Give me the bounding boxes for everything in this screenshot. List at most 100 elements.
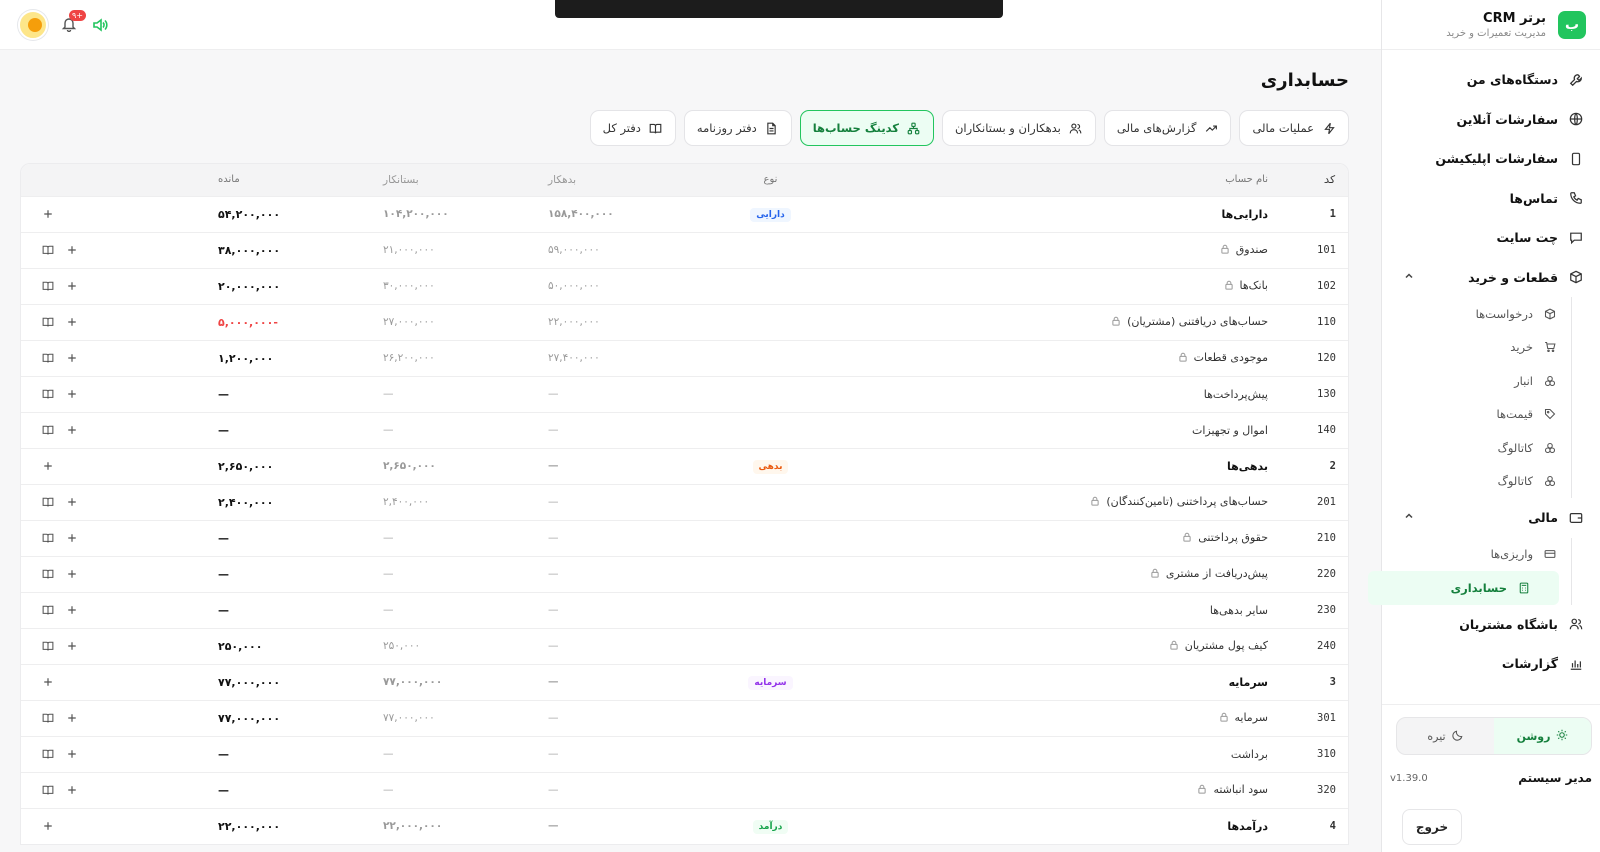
add-subaccount-icon[interactable] — [39, 817, 57, 835]
sidebar-subitem-purchase[interactable]: خرید — [1382, 331, 1571, 365]
account-balance: — — [218, 747, 229, 761]
table-row[interactable]: 140 اموال و تجهیزات — — — — [21, 412, 1348, 448]
tab-financial-operations[interactable]: عملیات مالی — [1239, 110, 1349, 146]
account-balance: -۵,۰۰۰,۰۰۰ — [218, 315, 278, 329]
chevron-up-icon[interactable] — [1402, 511, 1414, 524]
tab-journal[interactable]: دفتر روزنامه — [683, 110, 792, 146]
avatar[interactable] — [18, 10, 48, 40]
logout-button[interactable]: خروج — [1402, 809, 1462, 845]
ledger-book-icon[interactable] — [39, 493, 57, 511]
add-subaccount-icon[interactable] — [63, 313, 81, 331]
table-row[interactable]: 120 موجودی قطعات ۲۷,۴۰۰,۰۰۰ ۲۶,۲۰۰,۰۰۰ ۱,۲۰۰… — [21, 340, 1348, 376]
table-group-row[interactable]: 4 درآمدها درآمد — ۲۲,۰۰۰,۰۰۰ ۲۲,۰۰۰,۰۰۰ — [21, 808, 1348, 844]
add-subaccount-icon[interactable] — [63, 385, 81, 403]
ledger-book-icon[interactable] — [39, 709, 57, 727]
row-actions — [21, 268, 208, 304]
brand-logo[interactable]: ب — [1558, 10, 1586, 39]
account-name-cell: بانک‌ها — [838, 268, 1278, 304]
table-row[interactable]: 130 پیش‌پرداخت‌ها — — — — [21, 376, 1348, 412]
account-debit: — — [548, 640, 559, 652]
add-subaccount-icon[interactable] — [63, 349, 81, 367]
sidebar-item-site-chat[interactable]: چت سایت — [1382, 218, 1600, 258]
table-row[interactable]: 301 سرمایه — ۷۷,۰۰۰,۰۰۰ ۷۷,۰۰۰,۰۰۰ — [21, 700, 1348, 736]
sidebar-subitem-requests[interactable]: درخواست‌ها — [1382, 297, 1571, 331]
sidebar-subitem-catalog[interactable]: کاتالوگ — [1382, 431, 1571, 465]
stack-icon — [1543, 441, 1557, 455]
ledger-book-icon[interactable] — [39, 313, 57, 331]
sidebar-item-customer-club[interactable]: باشگاه مشتریان — [1382, 605, 1600, 645]
sidebar-item-my-devices[interactable]: دستگاه‌های من — [1382, 60, 1600, 100]
account-type-cell — [703, 592, 838, 628]
theme-dark-button[interactable]: تیره — [1397, 718, 1494, 754]
sidebar-subitem-accounting[interactable]: حسابداری — [1368, 571, 1559, 605]
account-name: بانک‌ها — [1239, 279, 1268, 293]
table-group-row[interactable]: 1 دارایی‌ها دارایی ۱۵۸,۴۰۰,۰۰۰ ۱۰۴,۲۰۰,۰۰۰ ۵۴… — [21, 196, 1348, 232]
ledger-book-icon[interactable] — [39, 781, 57, 799]
table-row[interactable]: 240 کیف پول مشتریان — ۲۵۰,۰۰۰ ۲۵۰,۰۰۰ — [21, 628, 1348, 664]
ledger-book-icon[interactable] — [39, 565, 57, 583]
ledger-book-icon[interactable] — [39, 637, 57, 655]
ledger-book-icon[interactable] — [39, 277, 57, 295]
accounts-table-container: کد نام حساب نوع بدهکار بستانکار مانده 1 د… — [20, 163, 1349, 845]
add-subaccount-icon[interactable] — [63, 529, 81, 547]
users-icon — [1069, 121, 1083, 135]
sidebar-item-label: مالی — [1528, 510, 1558, 526]
table-row[interactable]: 220 پیش‌دریافت از مشتری — — — — [21, 556, 1348, 592]
add-subaccount-icon[interactable] — [63, 565, 81, 583]
add-subaccount-icon[interactable] — [63, 781, 81, 799]
add-subaccount-icon[interactable] — [63, 421, 81, 439]
ledger-book-icon[interactable] — [39, 745, 57, 763]
speaker-icon[interactable] — [90, 15, 110, 35]
account-credit: — — [383, 568, 394, 580]
sidebar-subitem-deposits[interactable]: واریزی‌ها — [1382, 538, 1571, 572]
tab-chart-of-accounts[interactable]: کدینگ حساب‌ها — [799, 110, 934, 146]
add-subaccount-icon[interactable] — [63, 493, 81, 511]
add-subaccount-icon[interactable] — [39, 205, 57, 223]
table-row[interactable]: 310 برداشت — — — — [21, 736, 1348, 772]
add-subaccount-icon[interactable] — [63, 709, 81, 727]
sidebar-item-calls[interactable]: تماس‌ها — [1382, 179, 1600, 219]
add-subaccount-icon[interactable] — [63, 745, 81, 763]
sidebar-item-app-orders[interactable]: سفارشات اپلیکیشن — [1382, 139, 1600, 179]
tab-general-ledger[interactable]: دفتر کل — [589, 110, 676, 146]
table-group-row[interactable]: 2 بدهی‌ها بدهی — ۲,۶۵۰,۰۰۰ ۲,۶۵۰,۰۰۰ — [21, 448, 1348, 484]
account-credit: ۱۰۴,۲۰۰,۰۰۰ — [383, 208, 449, 220]
table-row[interactable]: 230 سایر بدهی‌ها — — — — [21, 592, 1348, 628]
tab-debtors-creditors[interactable]: بدهکاران و بستانکاران — [941, 110, 1096, 146]
ledger-book-icon[interactable] — [39, 349, 57, 367]
sidebar-subitem-prices[interactable]: قیمت‌ها — [1382, 398, 1571, 432]
add-subaccount-icon[interactable] — [39, 673, 57, 691]
sidebar-item-online-orders[interactable]: سفارشات آنلاین — [1382, 100, 1600, 140]
table-row[interactable]: 320 سود انباشته — — — — [21, 772, 1348, 808]
table-row[interactable]: 201 حساب‌های پرداختنی (تامین‌کنندگان) — ۲,۴… — [21, 484, 1348, 520]
account-name: موجودی قطعات — [1193, 351, 1268, 365]
table-row[interactable]: 110 حساب‌های دریافتنی (مشتریان) ۲۲,۰۰۰,۰۰۰… — [21, 304, 1348, 340]
table-row[interactable]: 101 صندوق ۵۹,۰۰۰,۰۰۰ ۲۱,۰۰۰,۰۰۰ ۳۸,۰۰۰,۰۰۰ — [21, 232, 1348, 268]
sidebar-subitem-catalog-2[interactable]: کاتالوگ — [1382, 465, 1571, 499]
sidebar-item-parts[interactable]: قطعات و خرید — [1382, 258, 1600, 298]
tab-financial-reports[interactable]: گزارش‌های مالی — [1103, 110, 1232, 146]
app-version: v1.39.0 — [1390, 772, 1428, 784]
ledger-book-icon[interactable] — [39, 421, 57, 439]
add-subaccount-icon[interactable] — [63, 277, 81, 295]
add-subaccount-icon[interactable] — [63, 601, 81, 619]
add-subaccount-icon[interactable] — [63, 637, 81, 655]
sidebar-item-finance[interactable]: مالی — [1382, 498, 1600, 538]
table-row[interactable]: 210 حقوق پرداختنی — — — — [21, 520, 1348, 556]
table-row[interactable]: 102 بانک‌ها ۵۰,۰۰۰,۰۰۰ ۳۰,۰۰۰,۰۰۰ ۲۰,۰۰۰,۰۰۰ — [21, 268, 1348, 304]
add-subaccount-icon[interactable] — [63, 241, 81, 259]
ledger-book-icon[interactable] — [39, 241, 57, 259]
add-subaccount-icon[interactable] — [39, 457, 57, 475]
sidebar-subitem-warehouse[interactable]: انبار — [1382, 364, 1571, 398]
ledger-book-icon[interactable] — [39, 385, 57, 403]
theme-light-button[interactable]: روشن — [1494, 718, 1591, 754]
ledger-book-icon[interactable] — [39, 529, 57, 547]
account-code: 3 — [1329, 676, 1336, 688]
notifications-button[interactable]: ۹+ — [58, 10, 86, 36]
chevron-up-icon[interactable] — [1402, 271, 1414, 284]
ledger-book-icon[interactable] — [39, 601, 57, 619]
table-group-row[interactable]: 3 سرمایه سرمایه — ۷۷,۰۰۰,۰۰۰ ۷۷,۰۰۰,۰۰۰ — [21, 664, 1348, 700]
header-code: کد — [1323, 173, 1336, 186]
sidebar-item-reports[interactable]: گزارشات — [1382, 644, 1600, 684]
row-actions — [21, 340, 208, 376]
